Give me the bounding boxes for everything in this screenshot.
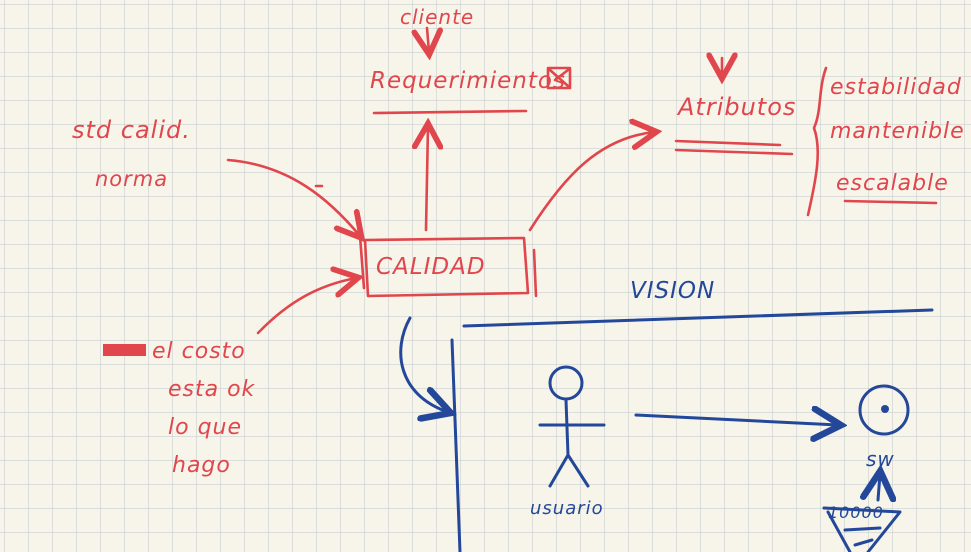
vision-frame-left bbox=[450, 338, 462, 552]
attr-estabilidad: estabilidad bbox=[830, 75, 962, 100]
calidad-to-vision-arrow bbox=[399, 316, 448, 412]
count-label: 10000 bbox=[828, 503, 884, 522]
requerimientos-label: Requerimientos bbox=[370, 68, 566, 94]
usuario-to-sw-arrow bbox=[634, 415, 838, 425]
norma-to-calidad-arrow bbox=[226, 158, 360, 236]
crowd-to-sw-arrow bbox=[878, 474, 880, 500]
costo-line-4: hago bbox=[172, 453, 231, 478]
calidad-to-atributos-arrow bbox=[528, 132, 654, 232]
vision-frame-top bbox=[462, 308, 934, 328]
cliente-label: cliente bbox=[400, 5, 474, 29]
usuario-label: usuario bbox=[530, 498, 604, 519]
cliente-arrow bbox=[427, 26, 429, 52]
diagram-svg: cliente Requerimientos Atributos estabil… bbox=[72, 5, 965, 552]
sw-dot bbox=[881, 405, 889, 413]
atributos-underline bbox=[674, 139, 794, 156]
norma-label: norma bbox=[95, 167, 168, 191]
atributos-label: Atributos bbox=[676, 93, 796, 121]
requerimientos-underline bbox=[372, 109, 528, 115]
attr-escalable: escalable bbox=[836, 171, 949, 196]
whiteboard-canvas: cliente Requerimientos Atributos estabil… bbox=[0, 0, 971, 552]
std-calid-label: std calid. bbox=[72, 116, 191, 144]
calidad-label: CALIDAD bbox=[376, 254, 486, 280]
vision-label: VISION bbox=[630, 278, 715, 304]
head-icon bbox=[548, 365, 584, 401]
attr-mantenible: mantenible bbox=[830, 119, 965, 144]
attributes-bracket bbox=[806, 66, 828, 217]
sw-label: sw bbox=[866, 447, 895, 471]
usuario-figure bbox=[538, 365, 606, 488]
escalable-underline bbox=[843, 199, 938, 205]
costo-line-3: lo que bbox=[168, 415, 242, 440]
scribble-mark bbox=[103, 344, 146, 356]
calidad-to-requerimientos-arrow bbox=[426, 126, 428, 232]
costo-line-1: el costo bbox=[152, 339, 246, 364]
costo-to-calidad-arrow bbox=[256, 278, 356, 335]
costo-line-2: esta ok bbox=[168, 377, 256, 402]
